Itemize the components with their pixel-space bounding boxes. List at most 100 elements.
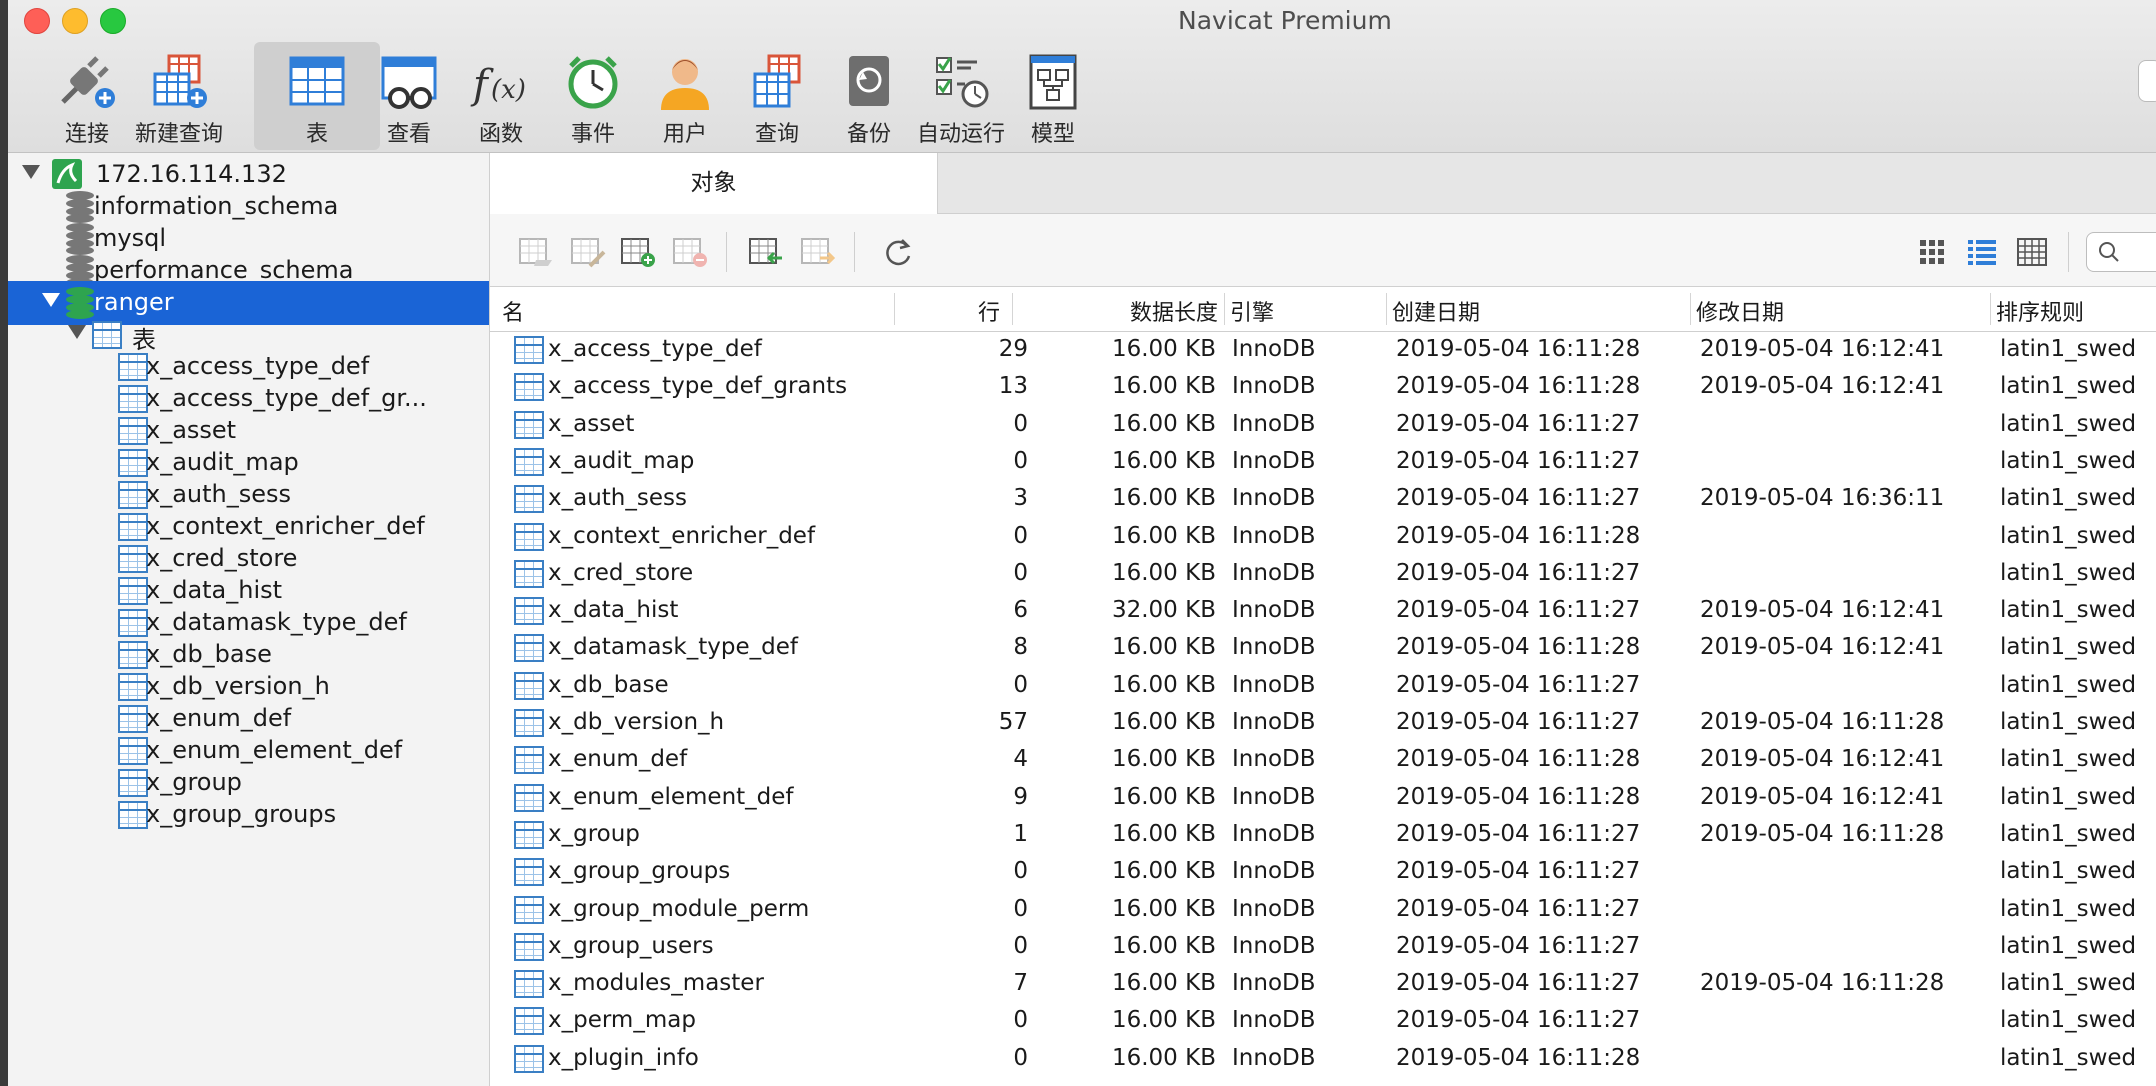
table-row[interactable]: x_datamask_type_def 8 16.00 KB InnoDB 2019-0… bbox=[490, 630, 2156, 667]
table-icon bbox=[285, 52, 349, 112]
search-field[interactable] bbox=[2086, 232, 2156, 272]
table-row[interactable]: x_plugin_info 0 16.00 KB InnoDB 2019-05-04 1… bbox=[490, 1041, 2156, 1078]
cell-engine: InnoDB bbox=[1232, 373, 1316, 400]
table-row[interactable]: x_data_hist 6 32.00 KB InnoDB 2019-05-04 16:… bbox=[490, 593, 2156, 630]
query-icon bbox=[745, 52, 809, 112]
new-table-icon[interactable] bbox=[620, 236, 656, 268]
table-row[interactable]: x_enum_def 4 16.00 KB InnoDB 2019-05-04 16:1… bbox=[490, 742, 2156, 779]
cell-rows: 4 bbox=[1013, 746, 1028, 773]
cell-name: x_group_users bbox=[548, 932, 714, 959]
cell-engine: InnoDB bbox=[1232, 336, 1316, 362]
tree-table-label: x_asset bbox=[146, 416, 237, 444]
cell-collation: latin1_swed bbox=[2000, 932, 2137, 959]
close-window-button[interactable] bbox=[24, 8, 50, 34]
list-view-icon[interactable] bbox=[1964, 236, 2000, 268]
tree-table-label: x_group_groups bbox=[146, 800, 337, 828]
cell-rows: 6 bbox=[1013, 597, 1028, 624]
table-row[interactable]: x_group_users 0 16.00 KB InnoDB 2019-05-04 1… bbox=[490, 929, 2156, 966]
navicat-window: Navicat Premium 连接 新建查询 表 查看 f (x) 函数 事件… bbox=[8, 0, 2156, 1086]
import-wizard-icon[interactable] bbox=[748, 236, 784, 268]
user-icon bbox=[653, 52, 717, 112]
cell-engine: InnoDB bbox=[1232, 559, 1316, 586]
table-row[interactable]: x_enum_element_def 9 16.00 KB InnoDB 2019-05… bbox=[490, 780, 2156, 817]
table-row[interactable]: x_perm_map 0 16.00 KB InnoDB 2019-05-04 16:1… bbox=[490, 1003, 2156, 1040]
cell-collation: latin1_swed bbox=[2000, 447, 2137, 474]
cell-engine: InnoDB bbox=[1232, 671, 1316, 698]
tree-table-label: x_db_base bbox=[146, 640, 272, 668]
table-row[interactable]: x_auth_sess 3 16.00 KB InnoDB 2019-05-04 16:… bbox=[490, 481, 2156, 518]
disclosure-triangle-icon[interactable] bbox=[22, 165, 40, 179]
column-header-rows[interactable]: 行 bbox=[960, 295, 1000, 327]
cell-rows: 0 bbox=[1013, 447, 1028, 474]
cell-collation: latin1_swed bbox=[2000, 373, 2137, 400]
toolbar-overflow-control[interactable] bbox=[2138, 60, 2156, 102]
cell-rows: 0 bbox=[1013, 1044, 1028, 1071]
column-header-data-length[interactable]: 数据长度 bbox=[1050, 295, 1218, 327]
disclosure-triangle-icon[interactable] bbox=[68, 325, 86, 339]
table-row[interactable]: x_group_groups 0 16.00 KB InnoDB 2019-05-04 … bbox=[490, 854, 2156, 891]
table-row[interactable]: x_cred_store 0 16.00 KB InnoDB 2019-05-04 16… bbox=[490, 556, 2156, 593]
cell-modified: 2019-05-04 16:12:41 bbox=[1700, 336, 1945, 362]
table-icon bbox=[514, 485, 544, 514]
table-icon bbox=[514, 373, 544, 402]
design-table-icon[interactable] bbox=[570, 236, 606, 268]
cell-data-length: 16.00 KB bbox=[1111, 373, 1216, 400]
cell-data-length: 16.00 KB bbox=[1111, 634, 1216, 661]
column-header-created[interactable]: 创建日期 bbox=[1392, 295, 1480, 327]
table-icon bbox=[514, 746, 544, 775]
disclosure-triangle-icon[interactable] bbox=[42, 293, 60, 307]
cell-collation: latin1_swed bbox=[2000, 634, 2137, 661]
table-list-header: 名 行 数据长度 引擎 创建日期 修改日期 排序规则 bbox=[490, 287, 2156, 332]
table-row[interactable]: x_access_type_def_grants 13 16.00 KB InnoDB… bbox=[490, 369, 2156, 406]
cell-created: 2019-05-04 16:11:27 bbox=[1396, 410, 1641, 437]
cell-engine: InnoDB bbox=[1232, 597, 1316, 624]
table-row[interactable]: x_audit_map 0 16.00 KB InnoDB 2019-05-04 16:… bbox=[490, 444, 2156, 481]
cell-engine: InnoDB bbox=[1232, 410, 1316, 437]
minimize-window-button[interactable] bbox=[62, 8, 88, 34]
cell-rows: 13 bbox=[998, 373, 1028, 400]
cell-engine: InnoDB bbox=[1232, 522, 1316, 549]
table-row[interactable]: x_context_enricher_def 0 16.00 KB InnoDB 201… bbox=[490, 519, 2156, 556]
tab-objects[interactable]: 对象 bbox=[490, 153, 938, 214]
table-row[interactable]: x_asset 0 16.00 KB InnoDB 2019-05-04 16:11:2… bbox=[490, 407, 2156, 444]
cell-engine: InnoDB bbox=[1232, 783, 1316, 810]
open-table-icon[interactable] bbox=[518, 236, 554, 268]
cell-name: x_datamask_type_def bbox=[548, 634, 798, 661]
table-row[interactable]: x_group 1 16.00 KB InnoDB 2019-05-04 16:11:2… bbox=[490, 817, 2156, 854]
cell-engine: InnoDB bbox=[1232, 932, 1316, 959]
export-wizard-icon[interactable] bbox=[800, 236, 836, 268]
tree-table-label: x_group bbox=[146, 768, 242, 796]
table-icon bbox=[118, 801, 148, 829]
cell-rows: 0 bbox=[1013, 522, 1028, 549]
delete-table-icon[interactable] bbox=[672, 236, 708, 268]
table-row[interactable]: x_group_module_perm 0 16.00 KB InnoDB 2019-0… bbox=[490, 892, 2156, 929]
cell-name: x_group bbox=[548, 820, 640, 847]
cell-created: 2019-05-04 16:11:28 bbox=[1396, 522, 1641, 549]
table-row[interactable]: x_db_base 0 16.00 KB InnoDB 2019-05-04 16:11… bbox=[490, 668, 2156, 705]
refresh-icon[interactable] bbox=[880, 236, 916, 268]
cell-engine: InnoDB bbox=[1232, 820, 1316, 847]
column-header-modified[interactable]: 修改日期 bbox=[1696, 295, 1784, 327]
cell-collation: latin1_swed bbox=[2000, 970, 2137, 997]
column-header-collation[interactable]: 排序规则 bbox=[1996, 295, 2084, 327]
tree-table-item[interactable]: x_group_groups bbox=[8, 793, 489, 837]
table-row[interactable]: x_access_type_def 29 16.00 KB InnoDB 2019-05… bbox=[490, 332, 2156, 369]
column-header-engine[interactable]: 引擎 bbox=[1230, 295, 1274, 327]
zoom-window-button[interactable] bbox=[100, 8, 126, 34]
toolbar-new-query-button[interactable]: 新建查询 bbox=[116, 42, 242, 150]
view-icon bbox=[377, 52, 441, 112]
cell-name: x_context_enricher_def bbox=[548, 522, 816, 549]
column-header-name[interactable]: 名 bbox=[502, 295, 524, 327]
cell-created: 2019-05-04 16:11:27 bbox=[1396, 671, 1641, 698]
grid-view-icon[interactable] bbox=[1914, 236, 1950, 268]
cell-created: 2019-05-04 16:11:28 bbox=[1396, 634, 1641, 661]
cell-data-length: 16.00 KB bbox=[1111, 932, 1216, 959]
search-icon bbox=[2099, 242, 2119, 262]
toolbar-model-button[interactable]: 模型 bbox=[990, 42, 1116, 150]
cell-engine: InnoDB bbox=[1232, 1044, 1316, 1071]
table-row[interactable]: x_modules_master 7 16.00 KB InnoDB 2019-05-0… bbox=[490, 966, 2156, 1003]
table-row[interactable]: x_db_version_h 57 16.00 KB InnoDB 2019-05-04… bbox=[490, 705, 2156, 742]
cell-data-length: 16.00 KB bbox=[1111, 970, 1216, 997]
cell-name: x_perm_map bbox=[548, 1007, 696, 1034]
detail-view-icon[interactable] bbox=[2014, 236, 2050, 268]
